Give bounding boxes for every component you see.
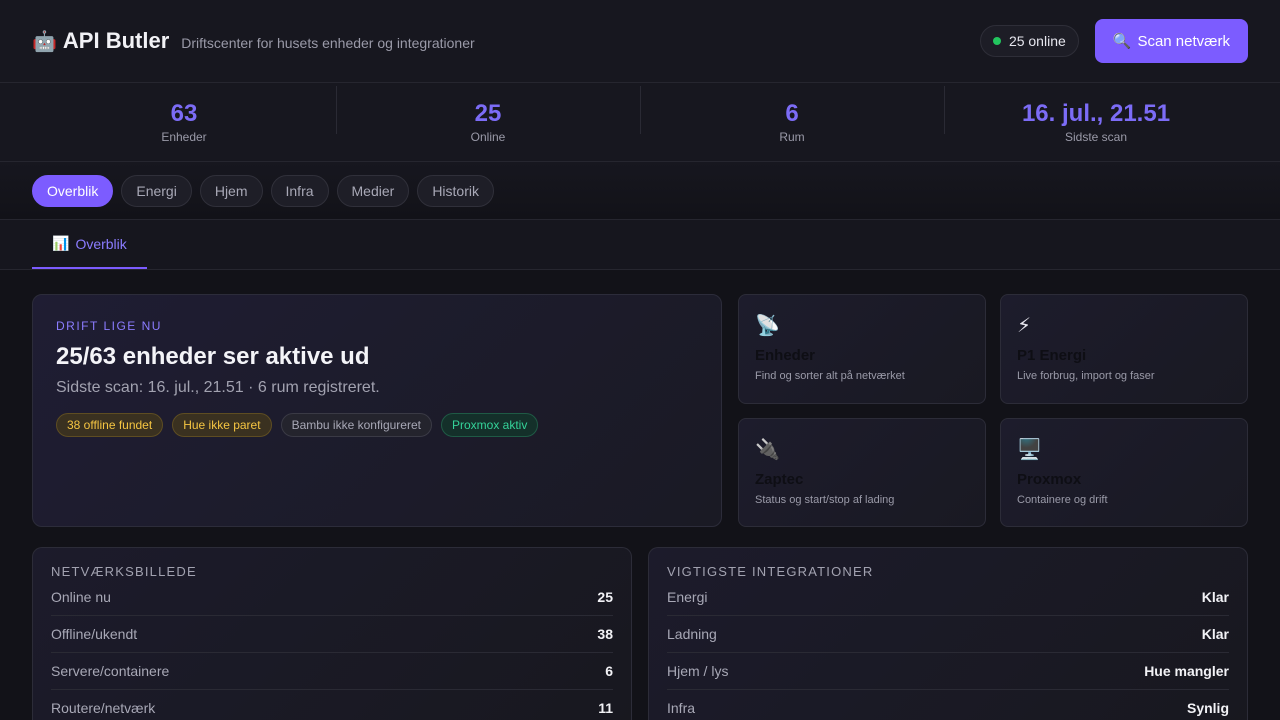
hero-title: 25/63 enheder ser aktive ud [56,343,370,370]
magnifier-icon: 🔍 [1112,33,1132,50]
main-content: DRIFT LIGE NU 25/63 enheder ser aktive u… [0,270,1280,720]
top-bar: 🤖 API Butler Driftscenter for husets enh… [0,0,1280,83]
stats-bar: 63 Enheder 25 Online 6 Rum 16. jul., 21.… [0,83,1280,162]
tab-overblik[interactable]: Overblik [32,174,114,207]
card-title: Enheder [755,347,816,364]
bar-chart-icon: 📊 [52,235,70,251]
card-subtitle: Containere og drift [1017,493,1108,506]
hero-eyebrow: DRIFT LIGE NU [56,319,162,333]
app-title: 🤖 API Butler [32,28,169,54]
item-value: Klar [1201,626,1229,642]
card-zaptec[interactable]: 🔌 Zaptec Status og start/stop af lading [738,417,986,527]
status-badges: 38 offline fundet Hue ikke paret Bambu i… [56,413,698,437]
stat-value: 25 [474,100,502,127]
overview-row: DRIFT LIGE NU 25/63 enheder ser aktive u… [32,294,1248,527]
card-p1-energi[interactable]: ⚡ P1 Energi Live forbrug, import og fase… [1000,294,1248,404]
app-title-text: API Butler [62,28,170,53]
subtab-overblik[interactable]: 📊 Overblik [32,220,147,269]
scan-network-button[interactable]: 🔍 Scan netværk [1094,19,1248,63]
integrations-panel: VIGTIGSTE INTEGRATIONER Energi Klar Ladn… [648,547,1248,720]
status-hero-card: DRIFT LIGE NU 25/63 enheder ser aktive u… [32,294,722,527]
card-subtitle: Find og sorter alt på netværket [755,370,905,382]
stat-label: Sidste scan [1064,130,1128,144]
item-value: 38 [597,626,613,642]
card-title: Zaptec [755,470,804,488]
stat-label: Enheder [161,130,207,144]
list-item: Ladning Klar [667,616,1229,653]
online-dot-icon [992,37,1001,45]
item-key: Ladning [667,626,717,642]
network-panel: NETVÆRKSBILLEDE Online nu 25 Offline/uke… [32,547,632,720]
online-status-label: 25 online [1008,33,1066,49]
list-item: Servere/containere 6 [51,653,613,690]
item-value: Synlig [1186,700,1229,716]
plug-icon: 🔌 [755,438,780,461]
tab-hjem[interactable]: Hjem [199,174,263,207]
item-value: Klar [1201,589,1229,605]
list-item: Routere/netværk 11 [51,690,613,720]
item-key: Hjem / lys [667,663,729,679]
app-subtitle: Driftscenter for husets enheder og integ… [181,34,475,51]
item-key: Servere/containere [51,663,170,679]
card-subtitle: Live forbrug, import og faser [1017,370,1155,382]
list-item: Infra Synlig [667,690,1229,720]
hero-subtitle: Sidste scan: 16. jul., 21.51 · 6 rum reg… [56,379,380,396]
stat-devices: 63 Enheder [32,100,336,144]
status-badge: 38 offline fundet [56,413,164,437]
item-key: Offline/ukendt [51,626,138,642]
list-item: Online nu 25 [51,579,613,616]
panel-title: VIGTIGSTE INTEGRATIONER [667,564,874,579]
stat-rooms: 6 Rum [640,86,944,144]
item-key: Routere/netværk [51,700,156,716]
tab-historik[interactable]: Historik [417,174,494,207]
item-value: Hue mangler [1144,663,1229,679]
brand: 🤖 API Butler Driftscenter for husets enh… [32,28,475,54]
satellite-dish-icon: 📡 [755,315,780,337]
item-value: 11 [598,700,613,716]
stat-value: 63 [170,100,198,127]
scan-network-label: Scan netværk [1137,32,1230,50]
sub-tabs: 📊 Overblik [0,220,1280,270]
list-item: Hjem / lys Hue mangler [667,653,1229,690]
card-proxmox[interactable]: 🖥️ Proxmox Containere og drift [1000,417,1248,527]
stat-label: Rum [779,130,805,144]
item-value: 25 [597,589,613,605]
stat-online: 25 Online [336,86,640,144]
list-item: Offline/ukendt 38 [51,616,613,653]
stat-label: Online [470,130,506,144]
status-badge: Hue ikke paret [172,413,272,437]
monitor-icon: 🖥️ [1017,438,1042,461]
details-row: NETVÆRKSBILLEDE Online nu 25 Offline/uke… [32,547,1248,720]
main-tabs: Overblik Energi Hjem Infra Medier Histor… [0,162,1280,220]
subtab-label: Overblik [75,235,127,252]
item-key: Energi [667,589,708,605]
stat-value: 6 [785,100,799,127]
list-item: Energi Klar [667,579,1229,616]
card-title: Proxmox [1017,470,1082,488]
card-title: P1 Energi [1017,347,1087,364]
tab-medier[interactable]: Medier [336,174,410,207]
top-actions: 25 online 🔍 Scan netværk [979,19,1248,63]
panel-title: NETVÆRKSBILLEDE [51,564,197,579]
lightning-icon: ⚡ [1017,315,1032,337]
status-badge: Bambu ikke konfigureret [280,413,432,437]
item-value: 6 [605,663,613,679]
card-enheder[interactable]: 📡 Enheder Find og sorter alt på netværke… [738,294,986,404]
item-key: Online nu [51,589,111,605]
robot-icon: 🤖 [32,30,57,53]
status-badge: Proxmox aktiv [440,413,539,437]
stat-last-scan: 16. jul., 21.51 Sidste scan [944,86,1248,144]
item-key: Infra [667,700,696,716]
stat-value: 16. jul., 21.51 [1021,100,1171,127]
tab-infra[interactable]: Infra [270,174,329,207]
shortcut-cards: 📡 Enheder Find og sorter alt på netværke… [738,294,1248,527]
card-subtitle: Status og start/stop af lading [755,493,895,506]
tab-energi[interactable]: Energi [121,174,192,207]
online-status-pill: 25 online [979,25,1079,57]
